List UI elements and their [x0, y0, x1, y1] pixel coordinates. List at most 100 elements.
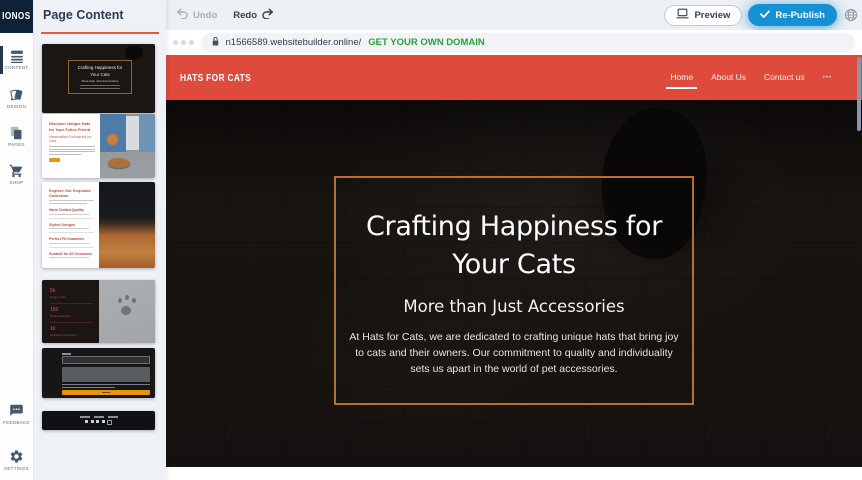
stat-label: Satisfied Customers [50, 333, 93, 337]
nav-item-about[interactable]: About Us [711, 72, 746, 84]
get-domain-link[interactable]: GET YOUR OWN DOMAIN [368, 37, 484, 48]
thumbnail-stats-section[interactable]: 5k Happy Cats 150 Unique Designs 1k Sati… [42, 280, 155, 343]
sidebar-item-label: DESIGN [7, 104, 26, 109]
paw-shape [118, 298, 122, 303]
thumb-text-bar [80, 85, 120, 86]
hero-text-frame[interactable]: Crafting Happiness for Your Cats More th… [334, 176, 694, 405]
thumb-about-subheading: Handcrafted Exclusively for Cats [49, 135, 95, 143]
page-content-panel: Page Content Crafting Happiness for Your… [33, 0, 166, 480]
form-input-shape [62, 356, 150, 364]
form-caption-bar [62, 387, 115, 388]
stat-value: 150 [50, 307, 93, 313]
thumb-about-text: Discover Unique Hats for Your Feline Fri… [42, 114, 100, 178]
thumbnail-footer-section[interactable] [42, 411, 155, 430]
thumbnail-collection-section[interactable]: Explore Our Exquisite Collection Hand Cr… [42, 182, 155, 268]
thumbnail-contact-form-section[interactable] [42, 348, 155, 398]
ionos-logo-text: IONOS [2, 11, 30, 22]
sidebar-bottom-nav: FEEDBACK SETTINGS [0, 396, 33, 478]
icon-sidebar: IONOS CONTENT [0, 0, 34, 480]
hero-title[interactable]: Crafting Happiness for Your Cats [336, 208, 692, 284]
thumb-hero-title: Crafting Happiness for Your Cats [78, 65, 123, 79]
website-builder-app: IONOS CONTENT [0, 0, 862, 480]
site-header[interactable]: HATS FOR CATS Home About Us Contact us •… [166, 55, 862, 100]
thumb-text-bar [49, 200, 94, 201]
address-bar[interactable]: n1566589.websitebuilder.online/ GET YOUR… [201, 33, 856, 52]
site-brand-logo[interactable]: HATS FOR CATS [180, 72, 251, 84]
panel-title-underline [41, 32, 159, 34]
thumbnail-hero-section[interactable]: Crafting Happiness for Your Cats More th… [42, 44, 155, 113]
preview-button[interactable]: Preview [664, 5, 742, 26]
window-controls [173, 40, 194, 45]
shop-cart-icon [9, 164, 24, 178]
stat-label: Unique Designs [50, 314, 93, 318]
check-icon [760, 10, 770, 21]
sidebar-item-label: CONTENT [5, 65, 29, 70]
sidebar-item-pages[interactable]: PAGES [0, 118, 33, 154]
feedback-bubble-icon [9, 404, 24, 418]
poster-shape [107, 134, 118, 145]
content-icon [9, 50, 25, 63]
thumb-text-bar [49, 203, 87, 204]
thumb-cat-shape [125, 46, 143, 60]
section-thumbnail-list: Crafting Happiness for Your Cats More th… [42, 44, 156, 430]
footer-link-bars [80, 416, 118, 418]
poster-shape [100, 114, 126, 152]
sidebar-item-settings[interactable]: SETTINGS [0, 442, 33, 478]
thumb-stats-text: 5k Happy Cats 150 Unique Designs 1k Sati… [42, 280, 99, 343]
nav-item-contact[interactable]: Contact us [764, 72, 805, 84]
sidebar-item-label: FEEDBACK [3, 420, 30, 425]
form-textarea-shape [62, 367, 150, 382]
hero-section[interactable]: Crafting Happiness for Your Cats More th… [166, 100, 862, 467]
settings-gear-icon [9, 449, 24, 464]
globe-icon[interactable] [844, 8, 858, 22]
stat-divider [50, 303, 93, 304]
undo-label: Undo [193, 10, 217, 21]
thumbnail-about-section[interactable]: Discover Unique Hats for Your Feline Fri… [42, 114, 155, 178]
cat-shape [108, 158, 130, 168]
republish-label: Re-Publish [775, 10, 825, 21]
lock-icon [211, 34, 220, 52]
paw-shape [121, 306, 131, 315]
thumb-button-shape [49, 158, 60, 162]
browser-chrome-bar: n1566589.websitebuilder.online/ GET YOUR… [166, 30, 862, 55]
paw-shape [125, 295, 129, 300]
sidebar-item-feedback[interactable]: FEEDBACK [0, 396, 33, 432]
thumb-text-bar [80, 88, 120, 89]
redo-button[interactable]: Redo [233, 8, 274, 22]
sidebar-item-label: PAGES [8, 142, 25, 147]
site-url: n1566589.websitebuilder.online/ [226, 37, 362, 48]
thumb-accordion-item: Perfect Fit Guarantee [49, 237, 94, 248]
sidebar-item-design[interactable]: DESIGN [0, 80, 33, 116]
design-icon [9, 88, 24, 102]
thumb-accordion-item: Hand Crafted Quality [49, 208, 94, 219]
thumb-collection-heading: Explore Our Exquisite Collection [49, 188, 94, 198]
sidebar-item-shop[interactable]: SHOP [0, 156, 33, 192]
stat-divider [50, 322, 93, 323]
stat-value: 1k [50, 326, 93, 332]
thumb-accordion-item: Stylish Designs [49, 223, 94, 234]
panel-title: Page Content [43, 8, 124, 22]
thumb-paragraph-bars [49, 146, 95, 155]
form-submit-button-shape [62, 390, 150, 395]
thumb-collection-text: Explore Our Exquisite Collection Hand Cr… [42, 182, 99, 268]
undo-icon [176, 8, 189, 22]
stat-value: 5k [50, 288, 93, 294]
thumb-about-heading: Discover Unique Hats for Your Feline Fri… [49, 121, 95, 132]
ionos-logo[interactable]: IONOS [0, 0, 33, 33]
preview-scrollbar[interactable] [857, 57, 861, 131]
undo-button[interactable]: Undo [176, 8, 217, 22]
hero-paragraph[interactable]: At Hats for Cats, we are dedicated to cr… [349, 329, 679, 378]
footer-social-icons [85, 420, 112, 425]
canvas-bottom-strip [166, 467, 862, 480]
republish-button[interactable]: Re-Publish [748, 4, 837, 26]
sidebar-item-content[interactable]: CONTENT [0, 42, 33, 78]
thumb-street-cat-photo [100, 114, 155, 178]
hero-subtitle[interactable]: More than Just Accessories [336, 297, 692, 316]
thumb-form [62, 353, 150, 395]
editor-stage: Undo Redo Preview [166, 0, 862, 480]
nav-item-home[interactable]: Home [670, 72, 693, 84]
poster-shape [139, 114, 155, 152]
site-preview-canvas[interactable]: Crafting Happiness for Your Cats More th… [166, 55, 862, 467]
editor-toolbar: Undo Redo Preview [166, 0, 862, 30]
nav-more-menu[interactable]: ••• [823, 75, 832, 81]
